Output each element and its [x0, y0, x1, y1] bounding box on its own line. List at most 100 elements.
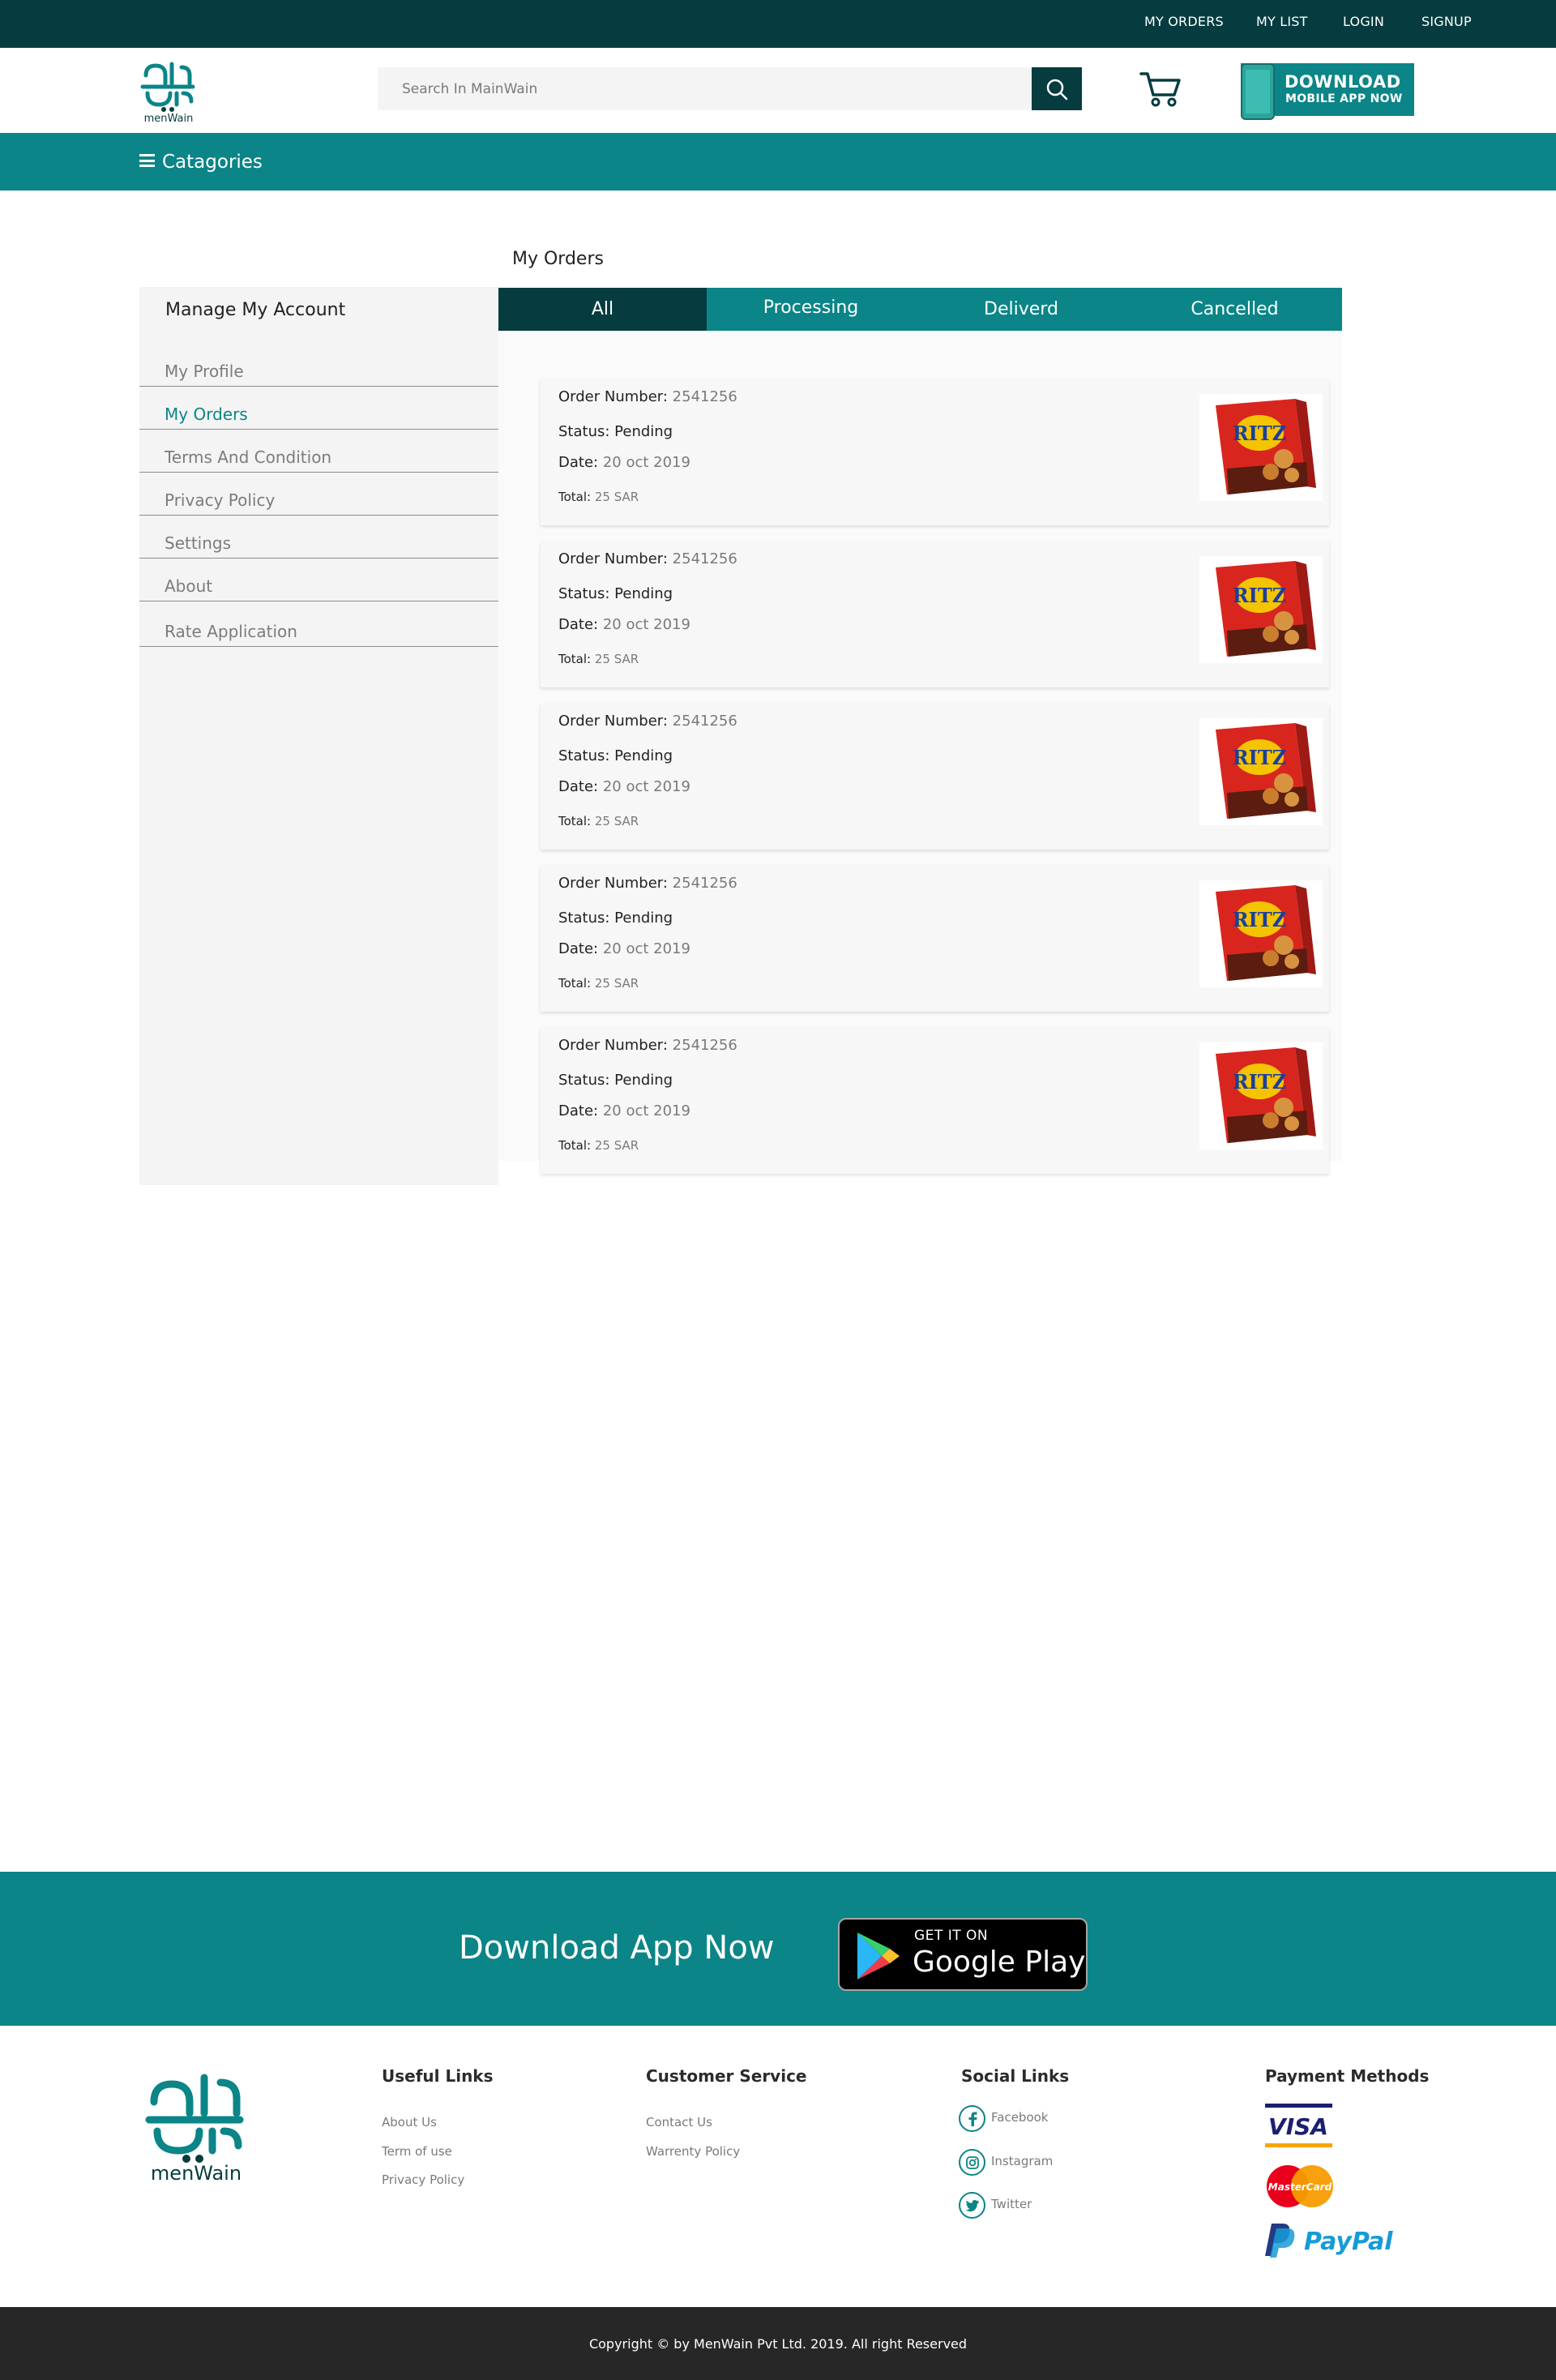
- footer-link-contact-us[interactable]: Contact Us: [646, 2115, 712, 2130]
- order-status-row: Status: Pending: [558, 1072, 673, 1089]
- hamburger-icon[interactable]: [139, 154, 155, 167]
- footer-logo-text: menWain: [151, 2162, 242, 2183]
- useful-links-title: Useful Links: [382, 2066, 494, 2086]
- order-number-row: Order Number: 2541256: [558, 550, 737, 567]
- sidebar-item-rate-application[interactable]: Rate Application: [139, 604, 498, 647]
- nav-my-orders[interactable]: MY ORDERS: [1144, 14, 1224, 29]
- order-total-row: Total: 25 SAR: [558, 490, 639, 504]
- order-card[interactable]: Order Number: 2541256 Status: Pending Da…: [541, 1028, 1329, 1174]
- sidebar-item-privacy[interactable]: Privacy Policy: [139, 473, 498, 516]
- footer-logo[interactable]: menWain: [144, 2070, 248, 2185]
- cart-button[interactable]: [1139, 69, 1182, 108]
- svg-text:PayPal: PayPal: [1304, 2228, 1393, 2256]
- order-date-row: Date: 20 oct 2019: [558, 1102, 690, 1119]
- download-app-button[interactable]: DOWNLOAD MOBILE APP NOW: [1241, 63, 1414, 120]
- social-label: Twitter: [991, 2197, 1032, 2211]
- product-image: RITZ: [1199, 718, 1323, 825]
- tab-deliverd[interactable]: Deliverd: [915, 288, 1127, 331]
- sidebar-item-label: Settings: [165, 533, 232, 553]
- svg-text:RITZ: RITZ: [1233, 422, 1287, 445]
- sidebar-item-label: About: [165, 576, 213, 596]
- cart-icon: [1139, 72, 1181, 107]
- site-logo[interactable]: menWain: [139, 59, 198, 125]
- svg-text:RITZ: RITZ: [1233, 584, 1287, 607]
- footer-link-term-of-use[interactable]: Term of use: [382, 2144, 452, 2159]
- order-status-tabs: All Processing Deliverd Cancelled: [498, 288, 1342, 331]
- nav-my-list[interactable]: MY LIST: [1256, 14, 1308, 29]
- product-image: RITZ: [1199, 394, 1323, 501]
- footer-link-warrenty-policy[interactable]: Warrenty Policy: [646, 2144, 740, 2159]
- footer-link-privacy-policy[interactable]: Privacy Policy: [382, 2172, 464, 2187]
- search-input[interactable]: [378, 67, 1032, 110]
- menwain-logo-mark: menWain: [140, 62, 195, 125]
- svg-text:RITZ: RITZ: [1233, 746, 1287, 769]
- instagram-icon: [959, 2149, 985, 2176]
- product-image: RITZ: [1199, 880, 1323, 987]
- social-label: Facebook: [991, 2110, 1049, 2125]
- social-twitter[interactable]: Twitter: [959, 2192, 1121, 2219]
- search-box: [378, 67, 1032, 110]
- account-sidebar: Manage My Account My Profile My Orders T…: [139, 287, 498, 1185]
- svg-text:RITZ: RITZ: [1233, 908, 1287, 931]
- social-label: Instagram: [991, 2154, 1054, 2168]
- order-number-row: Order Number: 2541256: [558, 1037, 737, 1054]
- tab-cancelled[interactable]: Cancelled: [1127, 288, 1342, 331]
- download-app-heading: Download App Now: [459, 1929, 775, 1967]
- order-total-row: Total: 25 SAR: [558, 652, 639, 666]
- sidebar-item-my-profile[interactable]: My Profile: [139, 344, 498, 387]
- sidebar-item-label: Rate Application: [165, 622, 297, 641]
- product-image: RITZ: [1199, 1042, 1323, 1149]
- search-icon: [1046, 79, 1068, 100]
- order-status-row: Status: Pending: [558, 585, 673, 602]
- customer-service-title: Customer Service: [646, 2066, 807, 2086]
- order-date-row: Date: 20 oct 2019: [558, 616, 690, 633]
- twitter-icon: [959, 2192, 985, 2219]
- orders-list: Order Number: 2541256 Status: Pending Da…: [498, 331, 1342, 1174]
- order-card[interactable]: Order Number: 2541256 Status: Pending Da…: [541, 541, 1329, 687]
- order-status-row: Status: Pending: [558, 423, 673, 440]
- sidebar-item-label: Terms And Condition: [165, 447, 332, 467]
- categories-menu[interactable]: Catagories: [162, 152, 263, 173]
- nav-signup[interactable]: SIGNUP: [1421, 14, 1472, 29]
- store-small-text: GET IT ON: [914, 1928, 989, 1944]
- footer-link-about-us[interactable]: About Us: [382, 2115, 437, 2130]
- google-play-icon: [857, 1933, 900, 1980]
- search-button[interactable]: [1032, 67, 1082, 110]
- svg-text:VISA: VISA: [1268, 2113, 1328, 2140]
- order-total-row: Total: 25 SAR: [558, 976, 639, 991]
- site-header: menWain DOWNLOAD MOBILE APP NOW: [0, 48, 1556, 133]
- sidebar-item-label: My Orders: [165, 405, 248, 424]
- copyright-bar: Copyright © by MenWain Pvt Ltd. 2019. Al…: [0, 2307, 1556, 2380]
- order-status-row: Status: Pending: [558, 747, 673, 764]
- categories-bar: Catagories: [0, 133, 1556, 190]
- order-date-row: Date: 20 oct 2019: [558, 454, 690, 471]
- svg-text:MasterCard: MasterCard: [1268, 2181, 1332, 2193]
- nav-login[interactable]: LOGIN: [1343, 14, 1384, 29]
- svg-text:RITZ: RITZ: [1233, 1070, 1287, 1094]
- sidebar-item-about[interactable]: About: [139, 559, 498, 601]
- paypal-logo: PayPal: [1265, 2220, 1403, 2259]
- order-number-row: Order Number: 2541256: [558, 713, 737, 730]
- facebook-icon: [959, 2105, 985, 2132]
- order-date-row: Date: 20 oct 2019: [558, 940, 690, 957]
- order-card[interactable]: Order Number: 2541256 Status: Pending Da…: [541, 379, 1329, 525]
- order-number-row: Order Number: 2541256: [558, 388, 737, 405]
- sidebar-item-terms[interactable]: Terms And Condition: [139, 430, 498, 473]
- order-total-row: Total: 25 SAR: [558, 1138, 639, 1153]
- store-big-text: Google Play: [913, 1946, 1086, 1979]
- sidebar-item-my-orders[interactable]: My Orders: [139, 387, 498, 430]
- product-image: RITZ: [1199, 556, 1323, 663]
- order-date-row: Date: 20 oct 2019: [558, 778, 690, 795]
- social-facebook[interactable]: Facebook: [959, 2105, 1121, 2133]
- google-play-button[interactable]: GET IT ON Google Play: [838, 1918, 1088, 1991]
- download-line1: DOWNLOAD: [1285, 72, 1401, 92]
- top-nav-bar: MY ORDERS MY LIST LOGIN SIGNUP: [0, 0, 1556, 48]
- tab-processing[interactable]: Processing: [707, 288, 915, 331]
- order-card[interactable]: Order Number: 2541256 Status: Pending Da…: [541, 866, 1329, 1012]
- sidebar-item-settings[interactable]: Settings: [139, 516, 498, 559]
- tab-all[interactable]: All: [498, 288, 707, 331]
- social-instagram[interactable]: Instagram: [959, 2149, 1121, 2177]
- site-footer: menWain Useful Links About Us Term of us…: [0, 2026, 1556, 2307]
- order-number-row: Order Number: 2541256: [558, 875, 737, 892]
- order-card[interactable]: Order Number: 2541256 Status: Pending Da…: [541, 704, 1329, 850]
